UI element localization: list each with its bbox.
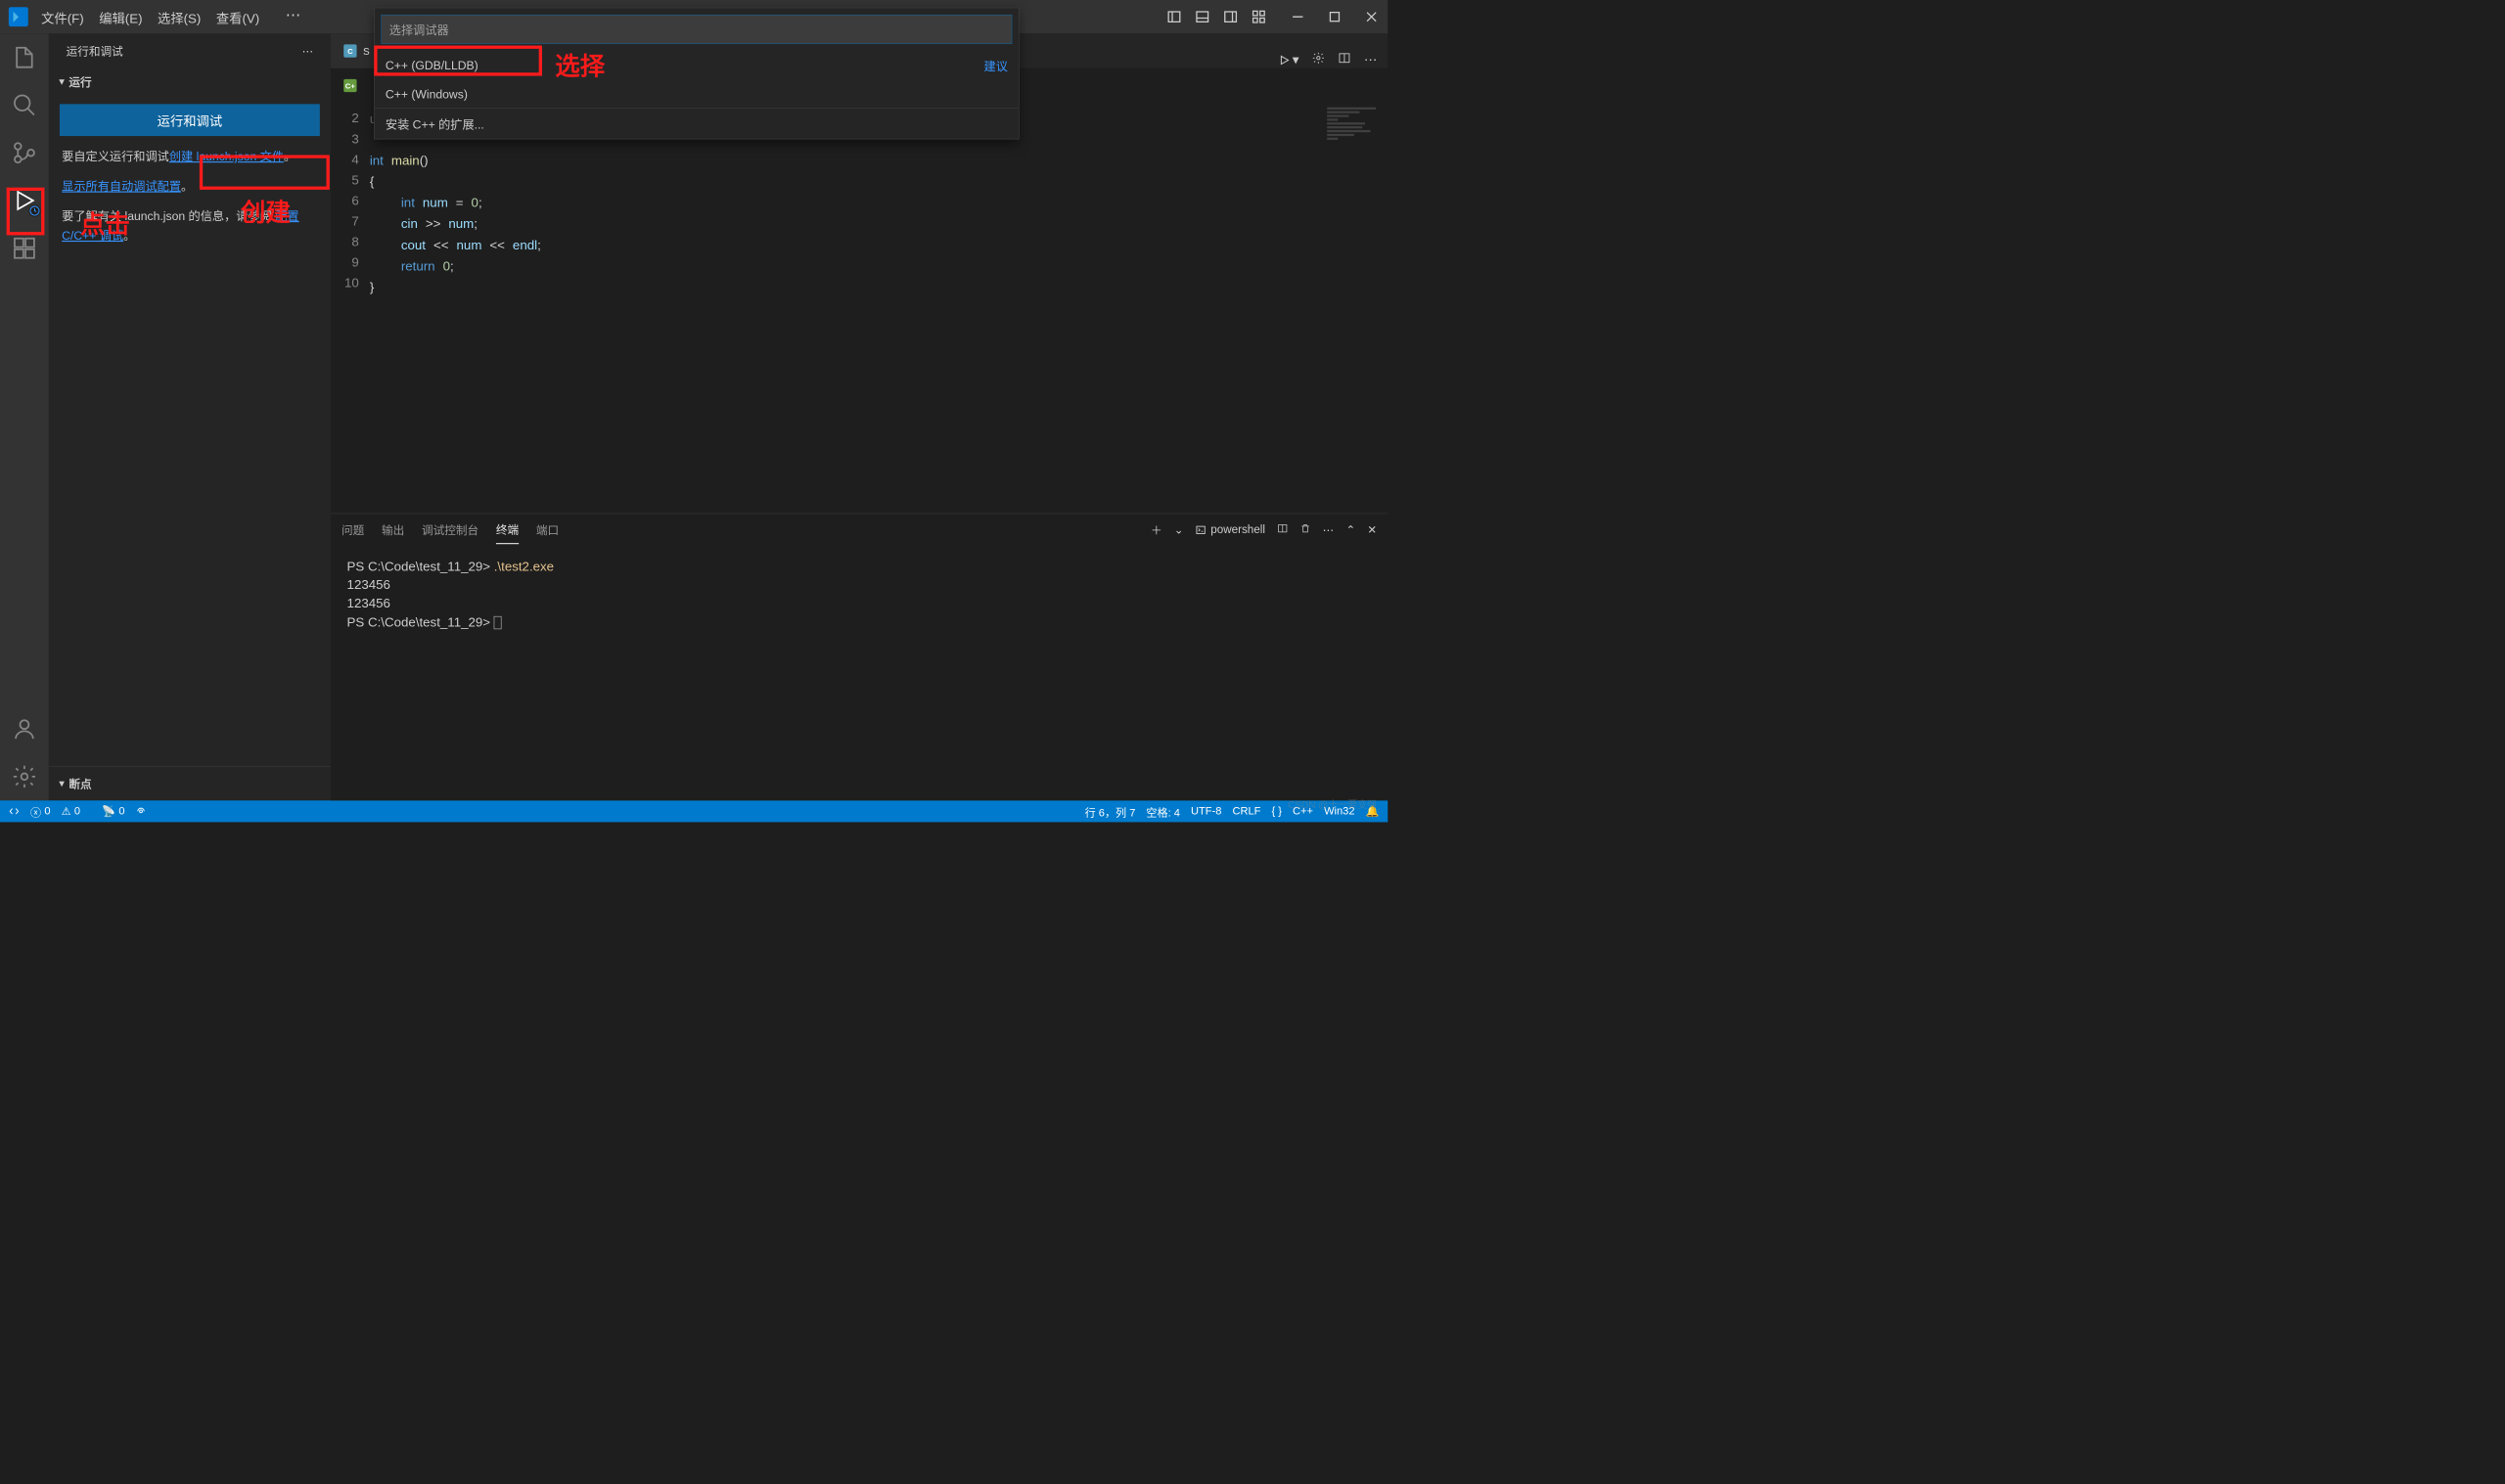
show-all-configs-link[interactable]: 显示所有自动调试配置: [62, 179, 181, 193]
menu-view[interactable]: 查看(V): [216, 7, 259, 25]
status-spaces[interactable]: 空格: 4: [1146, 803, 1179, 819]
status-live-icon[interactable]: [136, 806, 147, 817]
search-icon[interactable]: [12, 92, 38, 118]
split-editor-icon[interactable]: [1338, 52, 1350, 68]
window-maximize-icon[interactable]: [1327, 9, 1343, 24]
extensions-icon[interactable]: [12, 235, 38, 261]
menu-file[interactable]: 文件(F): [41, 7, 84, 25]
status-line-col[interactable]: 行 6，列 7: [1085, 803, 1136, 819]
quickpick-item-windows[interactable]: C++ (Windows): [375, 81, 1019, 109]
sidebar-more-icon[interactable]: ⋯: [302, 44, 314, 58]
run-section-header[interactable]: ▸ 运行: [60, 68, 320, 99]
terminal-shell-label[interactable]: powershell: [1196, 523, 1265, 536]
menu-select[interactable]: 选择(S): [158, 7, 201, 25]
settings-gear-icon[interactable]: [12, 764, 38, 790]
new-terminal-icon[interactable]: ＋: [1151, 522, 1162, 539]
panel-tab-debug-console[interactable]: 调试控制台: [422, 517, 478, 544]
panel: 问题 输出 调试控制台 终端 端口 ＋ ⌄ powershell ⋯ ⌃ ✕: [331, 514, 1388, 801]
line-gutter: 2 3 4 5 6 7 8 9 10: [331, 103, 370, 513]
sidebar-text-3: 要了解有关 launch.json 的信息，请参阅: [62, 209, 275, 223]
panel-tab-terminal[interactable]: 终端: [496, 516, 519, 544]
chevron-down-icon: ▸: [57, 79, 68, 84]
layout-panel-icon[interactable]: [1195, 9, 1210, 24]
kill-terminal-icon[interactable]: [1299, 523, 1310, 537]
remote-indicator-icon[interactable]: [9, 806, 20, 817]
explorer-icon[interactable]: [12, 44, 38, 70]
breakpoints-section-header[interactable]: ▸ 断点: [49, 766, 331, 800]
split-terminal-icon[interactable]: [1277, 523, 1288, 537]
sidebar-title: 运行和调试: [67, 43, 123, 60]
layout-customize-icon[interactable]: [1252, 9, 1267, 24]
status-radio[interactable]: 📡 0: [102, 804, 124, 818]
menu-edit[interactable]: 编辑(E): [99, 7, 142, 25]
debugger-quickpick: 选择调试器 C++ (GDB/LLDB) 建议 C++ (Windows) 安装…: [374, 8, 1019, 140]
panel-tab-output[interactable]: 输出: [382, 517, 404, 544]
quickpick-item-install-ext[interactable]: 安装 C++ 的扩展...: [375, 108, 1019, 139]
breakpoints-label: 断点: [68, 776, 91, 792]
status-lang-braces[interactable]: { }: [1271, 805, 1281, 818]
run-and-debug-button[interactable]: 运行和调试: [60, 104, 320, 136]
status-warnings[interactable]: ⚠ 0: [62, 804, 80, 818]
sidebar: 运行和调试 ⋯ ▸ 运行 运行和调试 要自定义运行和调试创建 launch.js…: [49, 33, 331, 800]
sidebar-text-1: 要自定义运行和调试: [62, 150, 169, 163]
quickpick-hint: 建议: [984, 57, 1008, 74]
layout-sidebar-right-icon[interactable]: [1223, 9, 1239, 24]
panel-close-icon[interactable]: ✕: [1367, 523, 1377, 537]
create-launch-json-link[interactable]: 创建 launch.json 文件: [169, 150, 284, 163]
menu-more-icon[interactable]: ⋯: [286, 7, 301, 25]
panel-tab-problems[interactable]: 问题: [342, 517, 364, 544]
run-debug-icon[interactable]: [12, 188, 38, 214]
run-section-label: 运行: [68, 73, 91, 90]
terminal-dropdown-icon[interactable]: ⌄: [1174, 523, 1184, 537]
minimap[interactable]: [1323, 103, 1388, 513]
cpp-file-icon: C+: [343, 79, 356, 92]
activity-bar: [0, 33, 49, 800]
panel-tab-ports[interactable]: 端口: [536, 517, 559, 544]
window-minimize-icon[interactable]: [1291, 9, 1306, 24]
chevron-down-icon: ▸: [57, 782, 68, 787]
status-bar: ⓧ 0 ⚠ 0 📡 0 行 6，列 7 空格: 4 UTF-8 CRLF { }…: [0, 800, 1388, 822]
editor-more-icon[interactable]: ⋯: [1364, 52, 1377, 67]
layout-sidebar-left-icon[interactable]: [1166, 9, 1182, 24]
c-file-icon: C: [343, 44, 356, 57]
run-dropdown-icon[interactable]: ▾: [1278, 52, 1298, 67]
accounts-icon[interactable]: [12, 716, 38, 742]
source-control-icon[interactable]: [12, 140, 38, 166]
editor-tab-2[interactable]: C+: [331, 68, 370, 103]
quickpick-input[interactable]: 选择调试器: [381, 15, 1012, 44]
editor-settings-gear-icon[interactable]: [1312, 52, 1325, 68]
vscode-logo-icon: [9, 7, 28, 26]
panel-maximize-icon[interactable]: ⌃: [1345, 523, 1355, 537]
window-close-icon[interactable]: [1364, 9, 1380, 24]
status-encoding[interactable]: UTF-8: [1191, 805, 1221, 818]
editor-area: C s ▾ ⋯ C+ 2 3 4 5 6: [331, 33, 1388, 800]
terminal[interactable]: PS C:\Code\test_11_29> .\test2.exe 12345…: [331, 546, 1388, 800]
watermark: CSDN @十一要变强: [1288, 797, 1377, 811]
tab-label: s: [363, 43, 370, 59]
status-eol[interactable]: CRLF: [1232, 805, 1260, 818]
quickpick-item-gdb-lldb[interactable]: C++ (GDB/LLDB) 建议: [375, 51, 1019, 81]
status-errors[interactable]: ⓧ 0: [30, 803, 51, 819]
panel-more-icon[interactable]: ⋯: [1323, 523, 1335, 537]
code-editor[interactable]: using namespace std; int main() { int nu…: [370, 103, 1323, 513]
